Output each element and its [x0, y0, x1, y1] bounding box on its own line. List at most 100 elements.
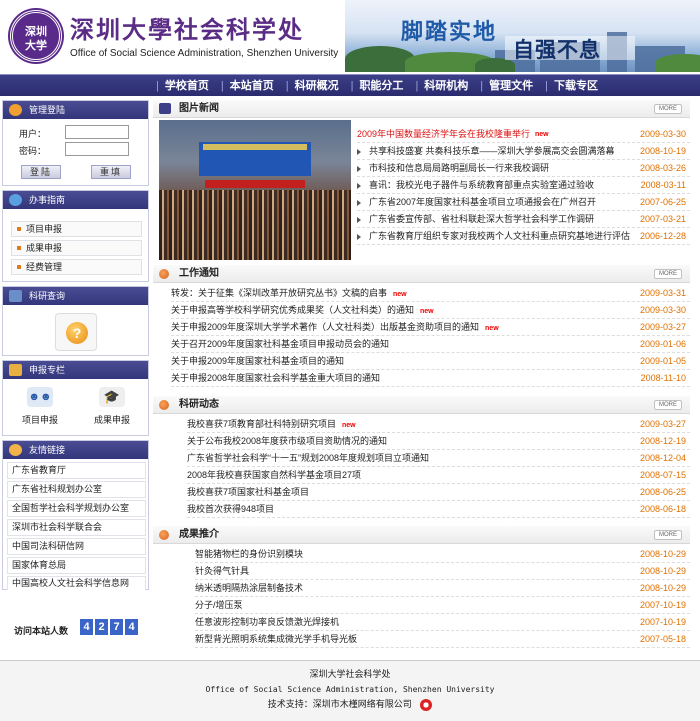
list-item[interactable]: 针灸得气针具 2008-10-29 — [195, 563, 690, 580]
people-link-icon — [9, 444, 22, 456]
list-item[interactable]: 分子/增压泵 2007-10-19 — [195, 597, 690, 614]
more-button[interactable]: MORE — [654, 269, 682, 279]
list-item[interactable]: 关于公布我校2008年度获市级项目资助情况的通知 2008-12-19 — [187, 433, 690, 450]
guide-item-project[interactable]: 项目申报 — [11, 221, 142, 237]
visitor-counter-label: 访问本站人数 — [14, 626, 69, 636]
research-news-header: 科研动态 MORE — [153, 396, 690, 414]
list-item[interactable]: 共享科技盛宴 共奏科技乐章——深圳大学参展高交会圆满落幕 2008-10-19 — [357, 143, 690, 160]
section-title: 科研动态 — [179, 399, 219, 410]
list-item[interactable]: 关于申报2009年度深圳大学学术著作（人文社科类）出版基金资助项目的通知 new 2… — [171, 319, 690, 336]
list-item[interactable]: 关于召开2009年度国家社科基金项目申报动员会的通知 2009-01-06 — [171, 336, 690, 353]
counter-digit: 4 — [80, 619, 93, 635]
query-panel-header: 科研查询 — [3, 287, 148, 305]
username-label: 用户： — [19, 129, 47, 139]
page-header: 深圳 大学 深圳大學社会科学处 Office of Social Science … — [0, 0, 700, 72]
people-icon: ☻☻ — [27, 387, 53, 407]
nav-item-downloads[interactable]: | 下载专区 — [539, 75, 604, 97]
login-panel-header: 管理登陆 — [3, 101, 148, 119]
list-item[interactable]: 我校喜获7项教育部社科特别研究项目 new 2009-03-27 — [187, 416, 690, 433]
guide-panel: 办事指南 项目申报 成果申报 经费管理 — [2, 190, 149, 282]
footer-org-name: 深圳大学社会科学处 — [309, 669, 391, 679]
footer-tech-support: 技术支持：深圳市木槿网络有限公司 — [0, 697, 700, 712]
folder-icon — [9, 364, 22, 376]
link-item[interactable]: 广东省社科规划办公室 — [7, 481, 146, 498]
link-item[interactable]: 深圳市社会科学联合会 — [7, 519, 146, 536]
list-item[interactable]: 2009年中国数量经济学年会在我校隆重举行 new 2009-03-30 — [357, 126, 690, 143]
links-panel-header: 友情链接 — [3, 441, 148, 459]
counter-digit: 4 — [125, 619, 138, 635]
section-bullet-icon — [159, 269, 169, 279]
list-item[interactable]: 广东省教育厅组织专家对我校两个人文社科重点研究基地进行评估 2006-12-28 — [357, 228, 690, 245]
photo-news-list: 2009年中国数量经济学年会在我校隆重举行 new 2009-03-30 共享科… — [357, 126, 690, 256]
nav-item-school-home[interactable]: | 学校首页 — [150, 75, 215, 97]
list-item[interactable]: 智能猪物栏的身份识别模块 2008-10-29 — [195, 546, 690, 563]
achievements-header: 成果推介 MORE — [153, 526, 690, 544]
link-item[interactable]: 广东省教育厅 — [7, 462, 146, 479]
slogan-secondary: 自强不息 — [513, 39, 601, 62]
more-button[interactable]: MORE — [654, 104, 682, 114]
user-icon — [9, 104, 22, 116]
more-button[interactable]: MORE — [654, 400, 682, 410]
main-nav: | 学校首页 | 本站首页 | 科研概况 | 职能分工 | 科研机构 | 管理文件 | 下载专… — [0, 74, 700, 96]
section-title: 成果推介 — [179, 529, 219, 540]
header-banner: 脚踏实地 自强不息 — [345, 0, 700, 72]
nav-item-documents[interactable]: | 管理文件 — [474, 75, 539, 97]
photo-news-icon — [159, 103, 171, 114]
company-logo-icon[interactable] — [420, 698, 433, 711]
site-title: 深圳大學社会科学处 — [70, 15, 304, 44]
visitor-counter: 访问本站人数 4 2 7 4 — [14, 618, 149, 638]
link-item[interactable]: 国家体育总局 — [7, 557, 146, 574]
counter-digit: 2 — [95, 619, 108, 635]
login-button[interactable]: 登陆 — [21, 165, 61, 179]
section-title: 图片新闻 — [179, 103, 219, 114]
university-seal-logo[interactable]: 深圳 大学 — [10, 10, 62, 62]
list-item[interactable]: 喜讯：我校光电子器件与系统教育部重点实验室通过验收 2008-03-11 — [357, 177, 690, 194]
guide-item-funding[interactable]: 经费管理 — [11, 259, 142, 275]
list-item[interactable]: 广东省2007年度国家社科基金项目立项通报会在广州召开 2007-06-25 — [357, 194, 690, 211]
guide-item-achievement[interactable]: 成果申报 — [11, 240, 142, 256]
photo-news-header: 图片新闻 MORE — [153, 100, 690, 118]
declare-project-button[interactable]: ☻☻ 项目申报 — [15, 387, 65, 431]
list-item[interactable]: 我校首次获得948项目 2008-06-18 — [187, 501, 690, 518]
news-photo[interactable] — [159, 120, 351, 260]
list-item[interactable]: 转发：关于征集《深圳改革开放研究丛书》文稿的启事 new 2009-03-31 — [171, 285, 690, 302]
globe-icon — [9, 194, 22, 206]
section-bullet-icon — [159, 400, 169, 410]
help-query-icon[interactable]: ? — [55, 313, 97, 351]
declare-panel-header: 申报专栏 — [3, 361, 148, 379]
password-input[interactable] — [65, 142, 129, 156]
declare-achievement-button[interactable]: 🎓 成果申报 — [87, 387, 137, 431]
graduation-cap-icon: 🎓 — [99, 387, 125, 407]
username-input[interactable] — [65, 125, 129, 139]
slogan-primary: 脚踏实地 — [401, 20, 498, 45]
nav-item-overview[interactable]: | 科研概况 — [280, 75, 345, 97]
nav-item-functions[interactable]: | 职能分工 — [345, 75, 410, 97]
list-item[interactable]: 关于申报高等学校科学研究优秀成果奖（人文社科类）的通知 new 2009-03-30 — [171, 302, 690, 319]
list-item[interactable]: 2008年我校喜获国家自然科学基金项目27项 2008-07-15 — [187, 467, 690, 484]
more-button[interactable]: MORE — [654, 530, 682, 540]
list-item[interactable]: 广东省委宣传部、省社科联赴深大哲学社会科学工作调研 2007-03-21 — [357, 211, 690, 228]
nav-item-institutes[interactable]: | 科研机构 — [409, 75, 474, 97]
link-item[interactable]: 中国司法科研信网 — [7, 538, 146, 555]
page-footer: 深圳大学社会科学处 Office of Social Science Admin… — [0, 660, 700, 721]
list-item[interactable]: 市科技和信息局局路明副局长一行来我校调研 2008-03-26 — [357, 160, 690, 177]
reset-button[interactable]: 重填 — [91, 165, 131, 179]
list-item[interactable]: 关于申报2008年度国家社会科学基金重大项目的通知 2008-11-10 — [171, 370, 690, 387]
list-item[interactable]: 纳米透明隔热涂层制备技术 2008-10-29 — [195, 580, 690, 597]
site-title-english: Office of Social Science Administration,… — [70, 48, 339, 59]
guide-panel-header: 办事指南 — [3, 191, 148, 209]
counter-digit: 7 — [110, 619, 123, 635]
link-item[interactable]: 全国哲学社会科学规划办公室 — [7, 500, 146, 517]
query-panel: 科研查询 ? — [2, 286, 149, 356]
password-label: 密码： — [19, 146, 47, 156]
list-item[interactable]: 广东省哲学社会科学“十一五”规划2008年度规划项目立项通知 2008-12-04 — [187, 450, 690, 467]
list-item[interactable]: 关于申报2009年度国家社科基金项目的通知 2009-01-05 — [171, 353, 690, 370]
link-item[interactable]: 中国高校人文社会科学信息网 — [7, 576, 146, 590]
nav-item-site-home[interactable]: | 本站首页 — [215, 75, 280, 97]
left-sidebar: 管理登陆 用户： 密码： 登陆 重填 办事指南 项目申报 成果申报 经费管理 科… — [2, 100, 149, 648]
list-item[interactable]: 任意波形控制功率良反馈激光焊接机 2007-10-19 — [195, 614, 690, 631]
list-item[interactable]: 新型背光照明系统集成微光学手机导光板 2007-05-18 — [195, 631, 690, 648]
list-item[interactable]: 我校喜获7项国家社科基金项目 2008-06-25 — [187, 484, 690, 501]
declare-panel: 申报专栏 ☻☻ 项目申报 🎓 成果申报 — [2, 360, 149, 436]
login-panel: 管理登陆 用户： 密码： 登陆 重填 — [2, 100, 149, 186]
